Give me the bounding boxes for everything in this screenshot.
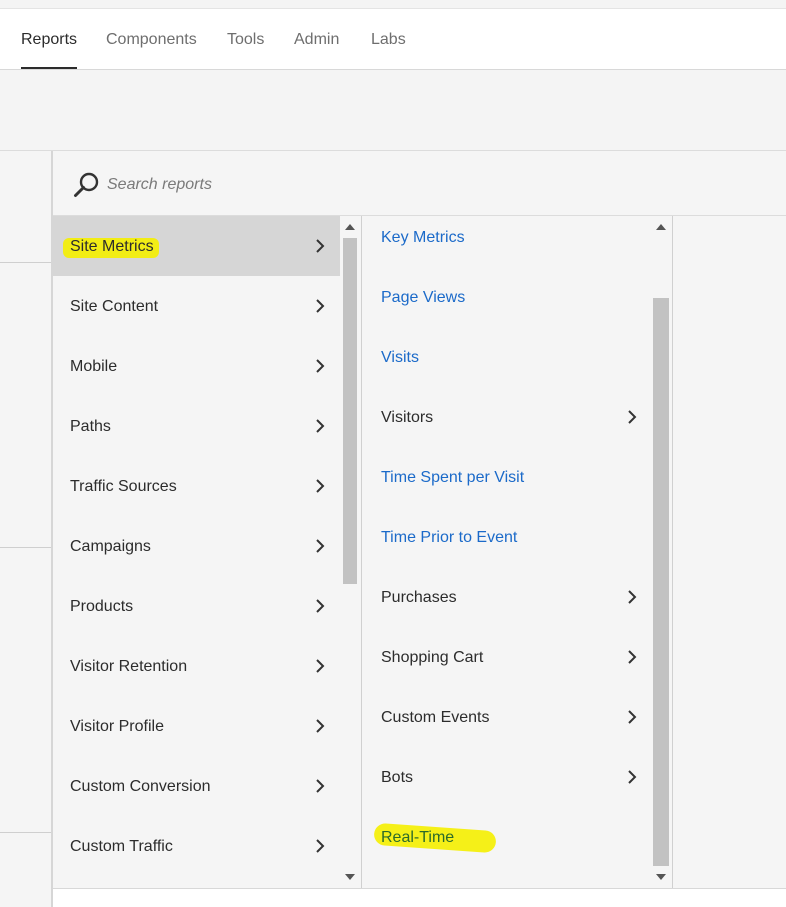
scroll-up-icon[interactable] xyxy=(656,224,666,230)
report-link[interactable]: Time Prior to Event xyxy=(381,507,517,567)
chevron-right-icon xyxy=(628,410,637,424)
category-label: Products xyxy=(70,598,134,615)
chevron-right-icon xyxy=(316,599,325,613)
report-link[interactable]: Page Views xyxy=(381,267,465,327)
category-custom-conversion[interactable]: Custom Conversion xyxy=(53,756,340,816)
report-bots[interactable]: Bots xyxy=(362,747,652,807)
report-shopping-cart[interactable]: Shopping Cart xyxy=(362,627,652,687)
chevron-right-icon xyxy=(628,710,637,724)
divider xyxy=(0,832,51,833)
chevron-right-icon xyxy=(316,839,325,853)
category-label: Site Metrics xyxy=(70,238,154,255)
reports-scrollbar[interactable] xyxy=(651,216,673,888)
report-link[interactable]: Time Spent per Visit xyxy=(381,447,524,507)
category-visitor-profile[interactable]: Visitor Profile xyxy=(53,696,340,756)
search-input[interactable] xyxy=(105,171,709,199)
category-label: Custom Traffic xyxy=(70,838,173,855)
category-site-content[interactable]: Site Content xyxy=(53,276,340,336)
divider xyxy=(0,547,51,548)
tab-labs[interactable]: Labs xyxy=(371,9,406,69)
report-categories-column: Site Metrics Site Content Mobile Paths T… xyxy=(53,216,340,888)
divider xyxy=(0,262,51,263)
category-visitor-retention[interactable]: Visitor Retention xyxy=(53,636,340,696)
tab-reports[interactable]: Reports xyxy=(21,9,78,69)
scroll-down-icon[interactable] xyxy=(656,874,666,880)
scrollbar-thumb[interactable] xyxy=(653,298,669,866)
report-visits[interactable]: Visits xyxy=(362,327,652,387)
report-label: Visitors xyxy=(381,409,434,426)
category-campaigns[interactable]: Campaigns xyxy=(53,516,340,576)
category-site-metrics[interactable]: Site Metrics xyxy=(53,216,340,276)
chevron-right-icon xyxy=(628,650,637,664)
header-band xyxy=(0,70,786,151)
search-bar xyxy=(53,151,786,216)
chevron-right-icon xyxy=(316,719,325,733)
footer-area xyxy=(53,889,786,907)
category-label: Paths xyxy=(70,418,111,435)
report-label: Bots xyxy=(381,769,414,786)
category-label: Mobile xyxy=(70,358,118,375)
tab-admin[interactable]: Admin xyxy=(294,9,339,69)
category-label: Traffic Sources xyxy=(70,478,177,495)
report-time-prior-to-event[interactable]: Time Prior to Event xyxy=(362,507,652,567)
scrollbar-thumb[interactable] xyxy=(343,238,357,584)
chevron-right-icon xyxy=(316,779,325,793)
report-link[interactable]: Real-Time xyxy=(381,807,454,867)
chevron-right-icon xyxy=(316,299,325,313)
tab-components[interactable]: Components xyxy=(106,9,197,69)
category-custom-traffic[interactable]: Custom Traffic xyxy=(53,816,340,876)
top-strip xyxy=(0,0,786,9)
report-real-time[interactable]: Real-Time xyxy=(362,807,652,867)
report-label: Purchases xyxy=(381,589,457,606)
scroll-up-icon[interactable] xyxy=(345,224,355,230)
chevron-right-icon xyxy=(628,590,637,604)
tab-tools[interactable]: Tools xyxy=(227,9,264,69)
report-visitors[interactable]: Visitors xyxy=(362,387,652,447)
top-navigation: Reports Components Tools Admin Labs xyxy=(0,9,786,70)
report-link[interactable]: Key Metrics xyxy=(381,216,465,267)
site-metrics-reports-column: Key Metrics Page Views Visits Visitors T… xyxy=(361,216,652,888)
category-mobile[interactable]: Mobile xyxy=(53,336,340,396)
category-traffic-sources[interactable]: Traffic Sources xyxy=(53,456,340,516)
empty-panel xyxy=(673,216,786,888)
search-icon xyxy=(74,172,99,197)
category-label: Campaigns xyxy=(70,538,151,555)
category-products[interactable]: Products xyxy=(53,576,340,636)
report-label: Custom Events xyxy=(381,709,490,726)
scroll-down-icon[interactable] xyxy=(345,874,355,880)
categories-scrollbar[interactable] xyxy=(340,216,360,888)
report-label: Shopping Cart xyxy=(381,649,484,666)
chevron-right-icon xyxy=(316,419,325,433)
category-label: Site Content xyxy=(70,298,159,315)
category-label: Visitor Profile xyxy=(70,718,164,735)
category-label: Custom Conversion xyxy=(70,778,211,795)
report-page-views[interactable]: Page Views xyxy=(362,267,652,327)
category-paths[interactable]: Paths xyxy=(53,396,340,456)
chevron-right-icon xyxy=(316,539,325,553)
report-purchases[interactable]: Purchases xyxy=(362,567,652,627)
chevron-right-icon xyxy=(628,770,637,784)
report-custom-events[interactable]: Custom Events xyxy=(362,687,652,747)
chevron-right-icon xyxy=(316,239,325,253)
chevron-right-icon xyxy=(316,659,325,673)
left-sidebar-panel xyxy=(0,151,53,907)
category-label: Visitor Retention xyxy=(70,658,188,675)
report-time-spent-per-visit[interactable]: Time Spent per Visit xyxy=(362,447,652,507)
report-link[interactable]: Visits xyxy=(381,327,419,387)
report-key-metrics[interactable]: Key Metrics xyxy=(362,216,652,267)
chevron-right-icon xyxy=(316,359,325,373)
chevron-right-icon xyxy=(316,479,325,493)
